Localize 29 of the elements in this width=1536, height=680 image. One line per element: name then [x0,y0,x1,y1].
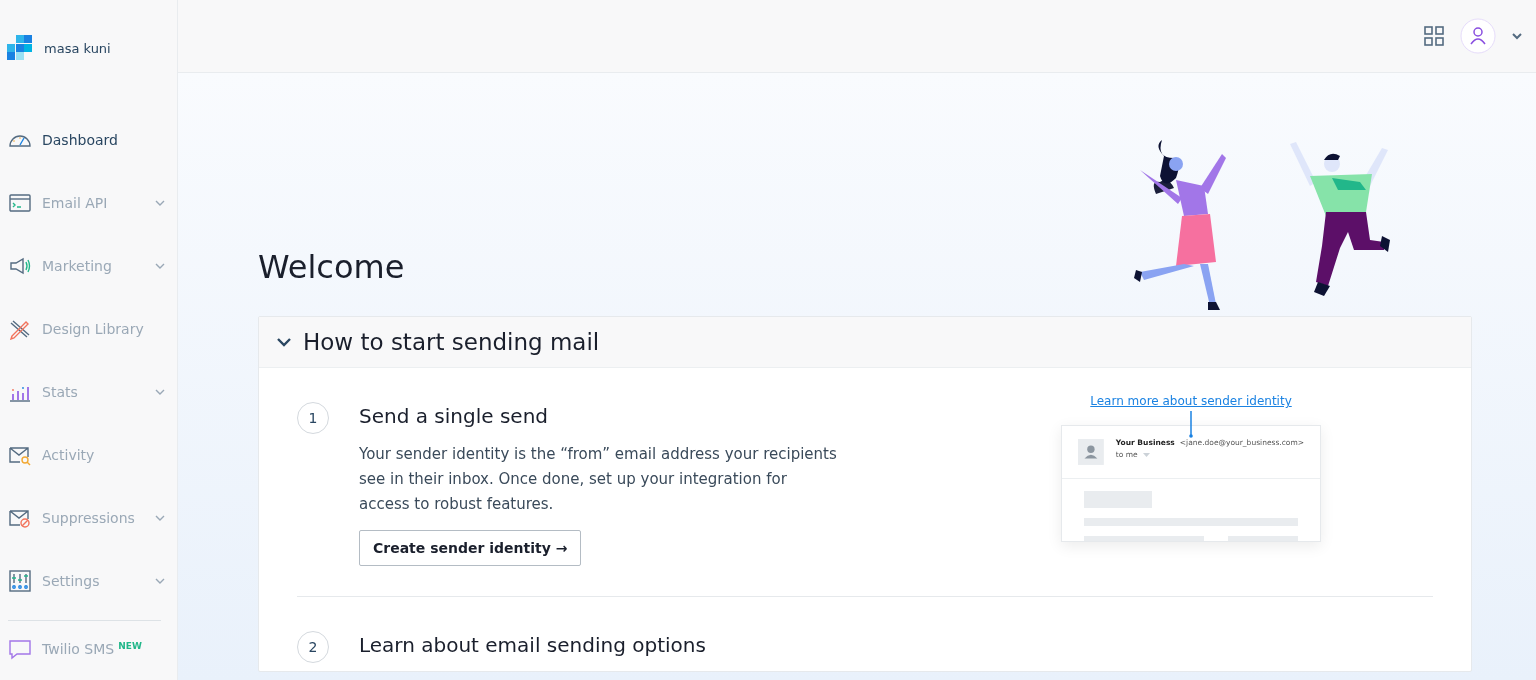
account-name[interactable]: masa kuni [44,40,111,56]
nav-item[interactable]: Marketing [0,234,177,297]
pointer-line [1189,411,1193,439]
sliders-icon [8,569,32,592]
chevron-down-icon[interactable] [1512,32,1522,40]
nav-item[interactable]: Activity [0,423,177,486]
logo-icon [7,35,33,61]
chevron-down-icon [277,337,291,347]
apps-grid-icon[interactable] [1424,26,1444,46]
step-title: Learn about email sending options [359,633,706,657]
nav-item[interactable]: Twilio SMS NEW [0,621,177,677]
guide-header[interactable]: How to start sending mail [259,317,1471,368]
step-description: Your sender identity is the “from” email address your recipients see in their inbox. Once done, set up your integration for access to robust features. [359,444,838,515]
nav-item[interactable]: Stats [0,360,177,423]
new-label: NEW [118,641,142,651]
avatar-icon [1078,438,1104,466]
page-title: Welcome [258,248,405,286]
step-title: Send a single send [359,404,549,428]
user-avatar-icon[interactable] [1460,18,1496,54]
chat-bubble-icon [8,638,32,660]
nav-item[interactable]: Suppressions [0,486,177,549]
nav-item[interactable]: Email API [0,171,177,234]
nav-item[interactable]: Design Library [0,297,177,360]
nav-item[interactable]: Dashboard [0,108,177,171]
nav-item[interactable]: Settings [0,549,177,612]
caret-down-icon [1142,452,1150,457]
terminal-window-icon [8,191,32,214]
create-sender-button[interactable]: Create sender identity → [359,530,582,566]
learn-more-link[interactable]: Learn more about sender identity [1090,394,1292,408]
